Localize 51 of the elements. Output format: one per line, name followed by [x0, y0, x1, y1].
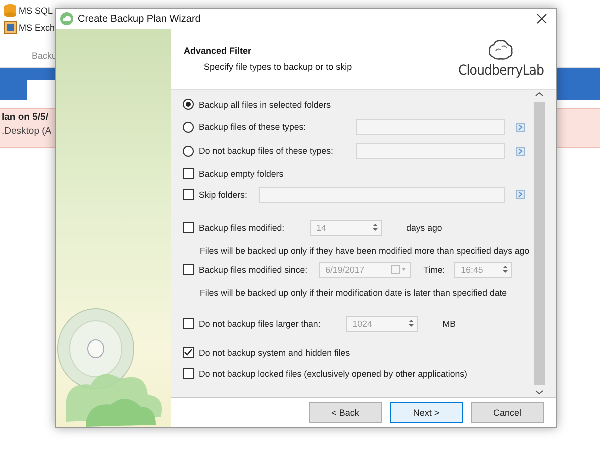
radio-button[interactable]: [183, 146, 194, 156]
page-title: Advanced Filter: [184, 46, 253, 56]
picker-icon[interactable]: [516, 190, 525, 199]
checkbox[interactable]: [183, 264, 194, 275]
option-label: Backup files of these types:: [199, 122, 308, 132]
spin-arrows-icon[interactable]: [372, 223, 378, 232]
dialog-button[interactable]: Cancel: [471, 402, 544, 423]
logo-text: CloudberryLab: [458, 63, 544, 79]
checkbox[interactable]: [183, 168, 194, 179]
file-types-field[interactable]: [356, 143, 505, 159]
dialog-button[interactable]: Next >: [390, 402, 463, 423]
checkbox[interactable]: [183, 189, 194, 200]
time-label: Time:: [424, 264, 446, 274]
option-label: Backup files modified since:: [199, 264, 308, 274]
hint-text: Files will be backed up only if they have been modified more than specified days ago: [200, 246, 531, 256]
file-types-field[interactable]: [356, 119, 505, 135]
option-label: Do not backup files of these types:: [199, 146, 334, 156]
cloud-logo-icon: [488, 39, 514, 61]
mail-server-icon[interactable]: [4, 21, 17, 34]
ribbon-item[interactable]: MS Exch: [19, 22, 56, 32]
window-title: Create Backup Plan Wizard: [78, 14, 202, 24]
page-subtitle: Specify file types to backup or to skip: [204, 62, 352, 72]
close-icon: [537, 14, 547, 24]
picker-icon[interactable]: [516, 122, 525, 132]
option-label: Backup all files in selected folders: [199, 100, 332, 110]
unit-label: days ago: [406, 222, 442, 232]
option-label: Do not backup files larger than:: [199, 318, 321, 328]
cloud-app-icon: [60, 12, 74, 26]
spin-arrows-icon[interactable]: [503, 265, 508, 274]
option-label: Backup empty folders: [199, 168, 284, 178]
radio-button[interactable]: [183, 122, 194, 132]
option-label: Skip folders:: [199, 190, 248, 200]
checkbox[interactable]: [183, 318, 194, 329]
folders-field[interactable]: [259, 186, 505, 202]
radio-button[interactable]: [183, 99, 194, 110]
picker-icon[interactable]: [516, 146, 525, 156]
spin-arrows-icon[interactable]: [408, 319, 414, 328]
dialog-button[interactable]: < Back: [309, 402, 382, 423]
hint-text: Files will be backed up only if their modification date is later than specified date: [200, 288, 508, 298]
option-label: Do not backup locked files (exclusively opened by other applications): [199, 368, 468, 378]
scrollbar[interactable]: [533, 90, 546, 397]
option-label: Backup files modified:: [199, 222, 285, 232]
option-label: Do not backup system and hidden files: [199, 348, 350, 358]
checkbox[interactable]: [183, 347, 194, 358]
unit-label: MB: [442, 318, 456, 328]
ribbon-item[interactable]: MS SQL: [19, 6, 54, 16]
plan-title: lan on 5/5/: [2, 112, 48, 123]
checkbox[interactable]: [183, 222, 194, 233]
checkbox[interactable]: [183, 368, 194, 379]
plan-subtitle: .Desktop (A: [2, 126, 52, 137]
database-icon[interactable]: [4, 4, 17, 18]
